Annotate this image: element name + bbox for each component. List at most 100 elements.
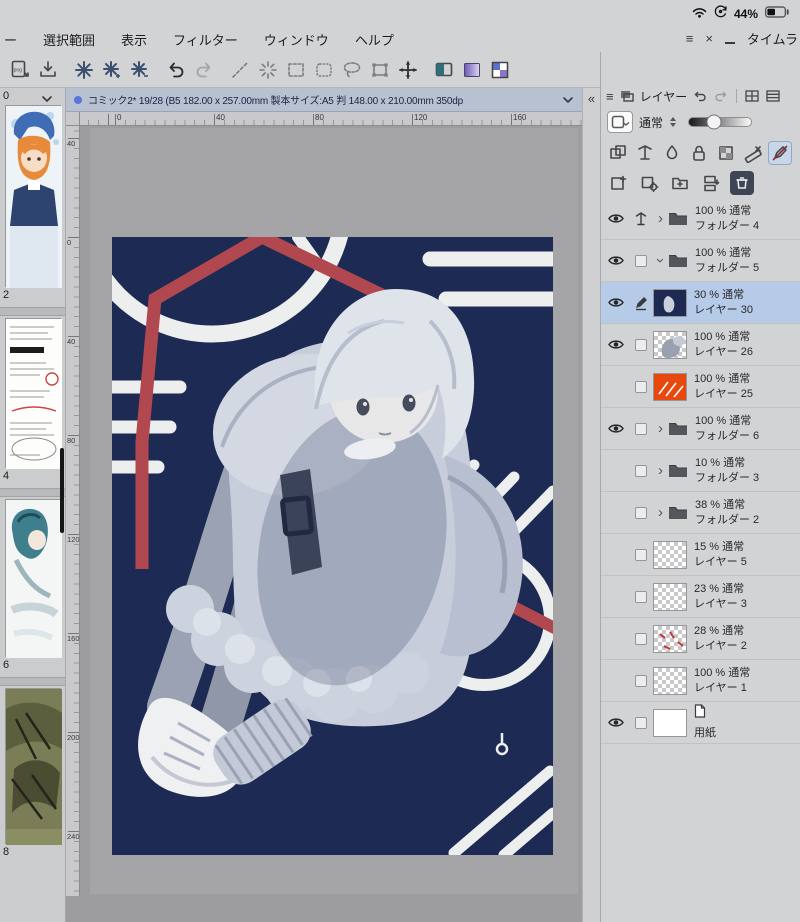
chevron-down-icon[interactable] xyxy=(41,90,53,108)
visibility-eye-icon[interactable] xyxy=(603,255,629,266)
new-folder-icon[interactable] xyxy=(668,171,692,195)
selection-ellipse-icon[interactable] xyxy=(312,58,336,82)
layer-checkbox[interactable] xyxy=(629,506,653,519)
expand-arrow-icon[interactable]: › xyxy=(653,211,668,226)
layer-thumbnail[interactable] xyxy=(653,666,687,695)
page-thumbnail[interactable] xyxy=(4,318,62,469)
document-tab[interactable]: コミック2* 19/28 (B5 182.00 x 257.00mm 製本サイズ… xyxy=(66,88,582,112)
autoselect-add-icon[interactable] xyxy=(100,58,124,82)
blend-mode-select[interactable]: 通常 xyxy=(639,114,663,131)
palette-undo-icon[interactable] xyxy=(692,89,708,103)
layer-row[interactable]: › 100 % 通常 フォルダー 4 xyxy=(601,198,800,240)
undo-icon[interactable] xyxy=(164,58,188,82)
layer-checkbox[interactable] xyxy=(629,254,653,267)
grid-view-icon[interactable] xyxy=(744,89,760,103)
close-icon[interactable]: × xyxy=(705,31,713,46)
ruler-snap-icon[interactable] xyxy=(633,141,657,165)
layer-checkbox[interactable] xyxy=(629,716,653,729)
menu-item-0[interactable]: ー xyxy=(4,30,17,49)
move-tool-icon[interactable] xyxy=(396,58,420,82)
visibility-eye-icon[interactable] xyxy=(603,297,629,308)
selection-rect-icon[interactable] xyxy=(284,58,308,82)
layer-row[interactable]: 15 % 通常 レイヤー 5 xyxy=(601,534,800,576)
transform-frame-icon[interactable] xyxy=(368,58,392,82)
layer-checkbox[interactable] xyxy=(629,590,653,603)
layer-checkbox[interactable] xyxy=(629,338,653,351)
page-thumbnail[interactable] xyxy=(4,688,62,845)
list-view-icon[interactable] xyxy=(765,89,781,103)
layers-stack-icon[interactable] xyxy=(619,89,635,103)
menu-item-4[interactable]: ウィンドウ xyxy=(264,30,329,49)
page-thumbnail[interactable] xyxy=(4,499,62,658)
pen-off-icon[interactable] xyxy=(768,141,792,165)
pattern-tool-icon[interactable] xyxy=(488,58,512,82)
delete-layer-icon[interactable] xyxy=(730,171,754,195)
blend-stepper[interactable] xyxy=(670,117,677,127)
redo-icon[interactable] xyxy=(192,58,216,82)
selection-lasso-icon[interactable] xyxy=(340,58,364,82)
export-png-icon[interactable]: png xyxy=(8,58,32,82)
pages-scrollbar[interactable] xyxy=(60,448,64,533)
page-thumbnail[interactable] xyxy=(4,105,62,288)
display-mode-icon[interactable] xyxy=(432,58,456,82)
visibility-eye-icon[interactable] xyxy=(603,213,629,224)
palette-redo-icon[interactable] xyxy=(713,89,729,103)
opacity-slider-knob[interactable] xyxy=(706,114,722,130)
gradient-tool-icon[interactable] xyxy=(460,58,484,82)
new-layer-icon[interactable] xyxy=(606,171,630,195)
lock-icon[interactable] xyxy=(687,141,711,165)
layer-row[interactable]: 100 % 通常 レイヤー 26 xyxy=(601,324,800,366)
visibility-eye-icon[interactable] xyxy=(603,339,629,350)
transfer-layer-icon[interactable] xyxy=(699,171,723,195)
fill-lock-icon[interactable] xyxy=(660,141,684,165)
menu-item-5[interactable]: ヘルプ xyxy=(355,30,394,49)
autoselect-subtract-icon[interactable] xyxy=(128,58,152,82)
layer-thumbnail[interactable] xyxy=(653,330,687,359)
menu-item-2[interactable]: 表示 xyxy=(121,30,147,49)
layer-thumbnail[interactable] xyxy=(653,288,687,317)
layer-row[interactable]: › 38 % 通常 フォルダー 2 xyxy=(601,492,800,534)
layer-checkbox[interactable] xyxy=(629,422,653,435)
visibility-eye-icon[interactable] xyxy=(603,423,629,434)
minimize-icon[interactable] xyxy=(724,41,735,44)
collapse-arrow-icon[interactable]: › xyxy=(652,253,669,268)
layer-thumbnail[interactable] xyxy=(653,708,687,737)
collapse-panel-button[interactable]: « xyxy=(583,88,600,106)
chevron-down-icon[interactable] xyxy=(562,91,574,109)
layer-row[interactable]: 100 % 通常 レイヤー 25 xyxy=(601,366,800,408)
layer-row[interactable]: 28 % 通常 レイヤー 2 xyxy=(601,618,800,660)
menu-item-1[interactable]: 選択範囲 xyxy=(43,30,95,49)
expand-arrow-icon[interactable]: › xyxy=(653,463,668,478)
save-icon[interactable] xyxy=(36,58,60,82)
layer-row[interactable]: 30 % 通常 レイヤー 30 xyxy=(601,282,800,324)
timeline-palette-title[interactable]: タイムラ xyxy=(747,29,798,48)
clip-mask-icon[interactable] xyxy=(606,141,630,165)
layer-thumbnail[interactable] xyxy=(653,372,687,401)
opacity-slider[interactable] xyxy=(688,114,753,130)
canvas-viewport[interactable] xyxy=(80,126,582,908)
selection-pen-icon[interactable] xyxy=(228,58,252,82)
menu-item-3[interactable]: フィルター xyxy=(173,30,238,49)
new-layer-gear-icon[interactable] xyxy=(637,171,661,195)
expand-arrow-icon[interactable]: › xyxy=(653,421,668,436)
visibility-eye-icon[interactable] xyxy=(603,717,629,728)
layer-row[interactable]: 用紙 xyxy=(601,702,800,744)
layer-checkbox[interactable] xyxy=(629,548,653,561)
layer-row[interactable]: 100 % 通常 レイヤー 1 xyxy=(601,660,800,702)
layer-row[interactable]: › 100 % 通常 フォルダー 5 xyxy=(601,240,800,282)
layer-thumbnail[interactable] xyxy=(653,624,687,653)
layer-checkbox[interactable] xyxy=(629,464,653,477)
layer-row[interactable]: 23 % 通常 レイヤー 3 xyxy=(601,576,800,618)
mask-ruler-icon[interactable] xyxy=(741,141,765,165)
palette-menu-icon[interactable]: ≡ xyxy=(606,89,614,104)
selection-shrink-icon[interactable] xyxy=(256,58,280,82)
layer-checkbox[interactable] xyxy=(629,632,653,645)
layer-checkbox[interactable] xyxy=(629,380,653,393)
autoselect-new-icon[interactable] xyxy=(72,58,96,82)
layer-checkbox[interactable] xyxy=(629,674,653,687)
expand-arrow-icon[interactable]: › xyxy=(653,505,668,520)
palette-menu-icon[interactable]: ≡ xyxy=(686,31,694,46)
layer-row[interactable]: › 10 % 通常 フォルダー 3 xyxy=(601,450,800,492)
layer-thumbnail[interactable] xyxy=(653,540,687,569)
alpha-lock-icon[interactable] xyxy=(714,141,738,165)
